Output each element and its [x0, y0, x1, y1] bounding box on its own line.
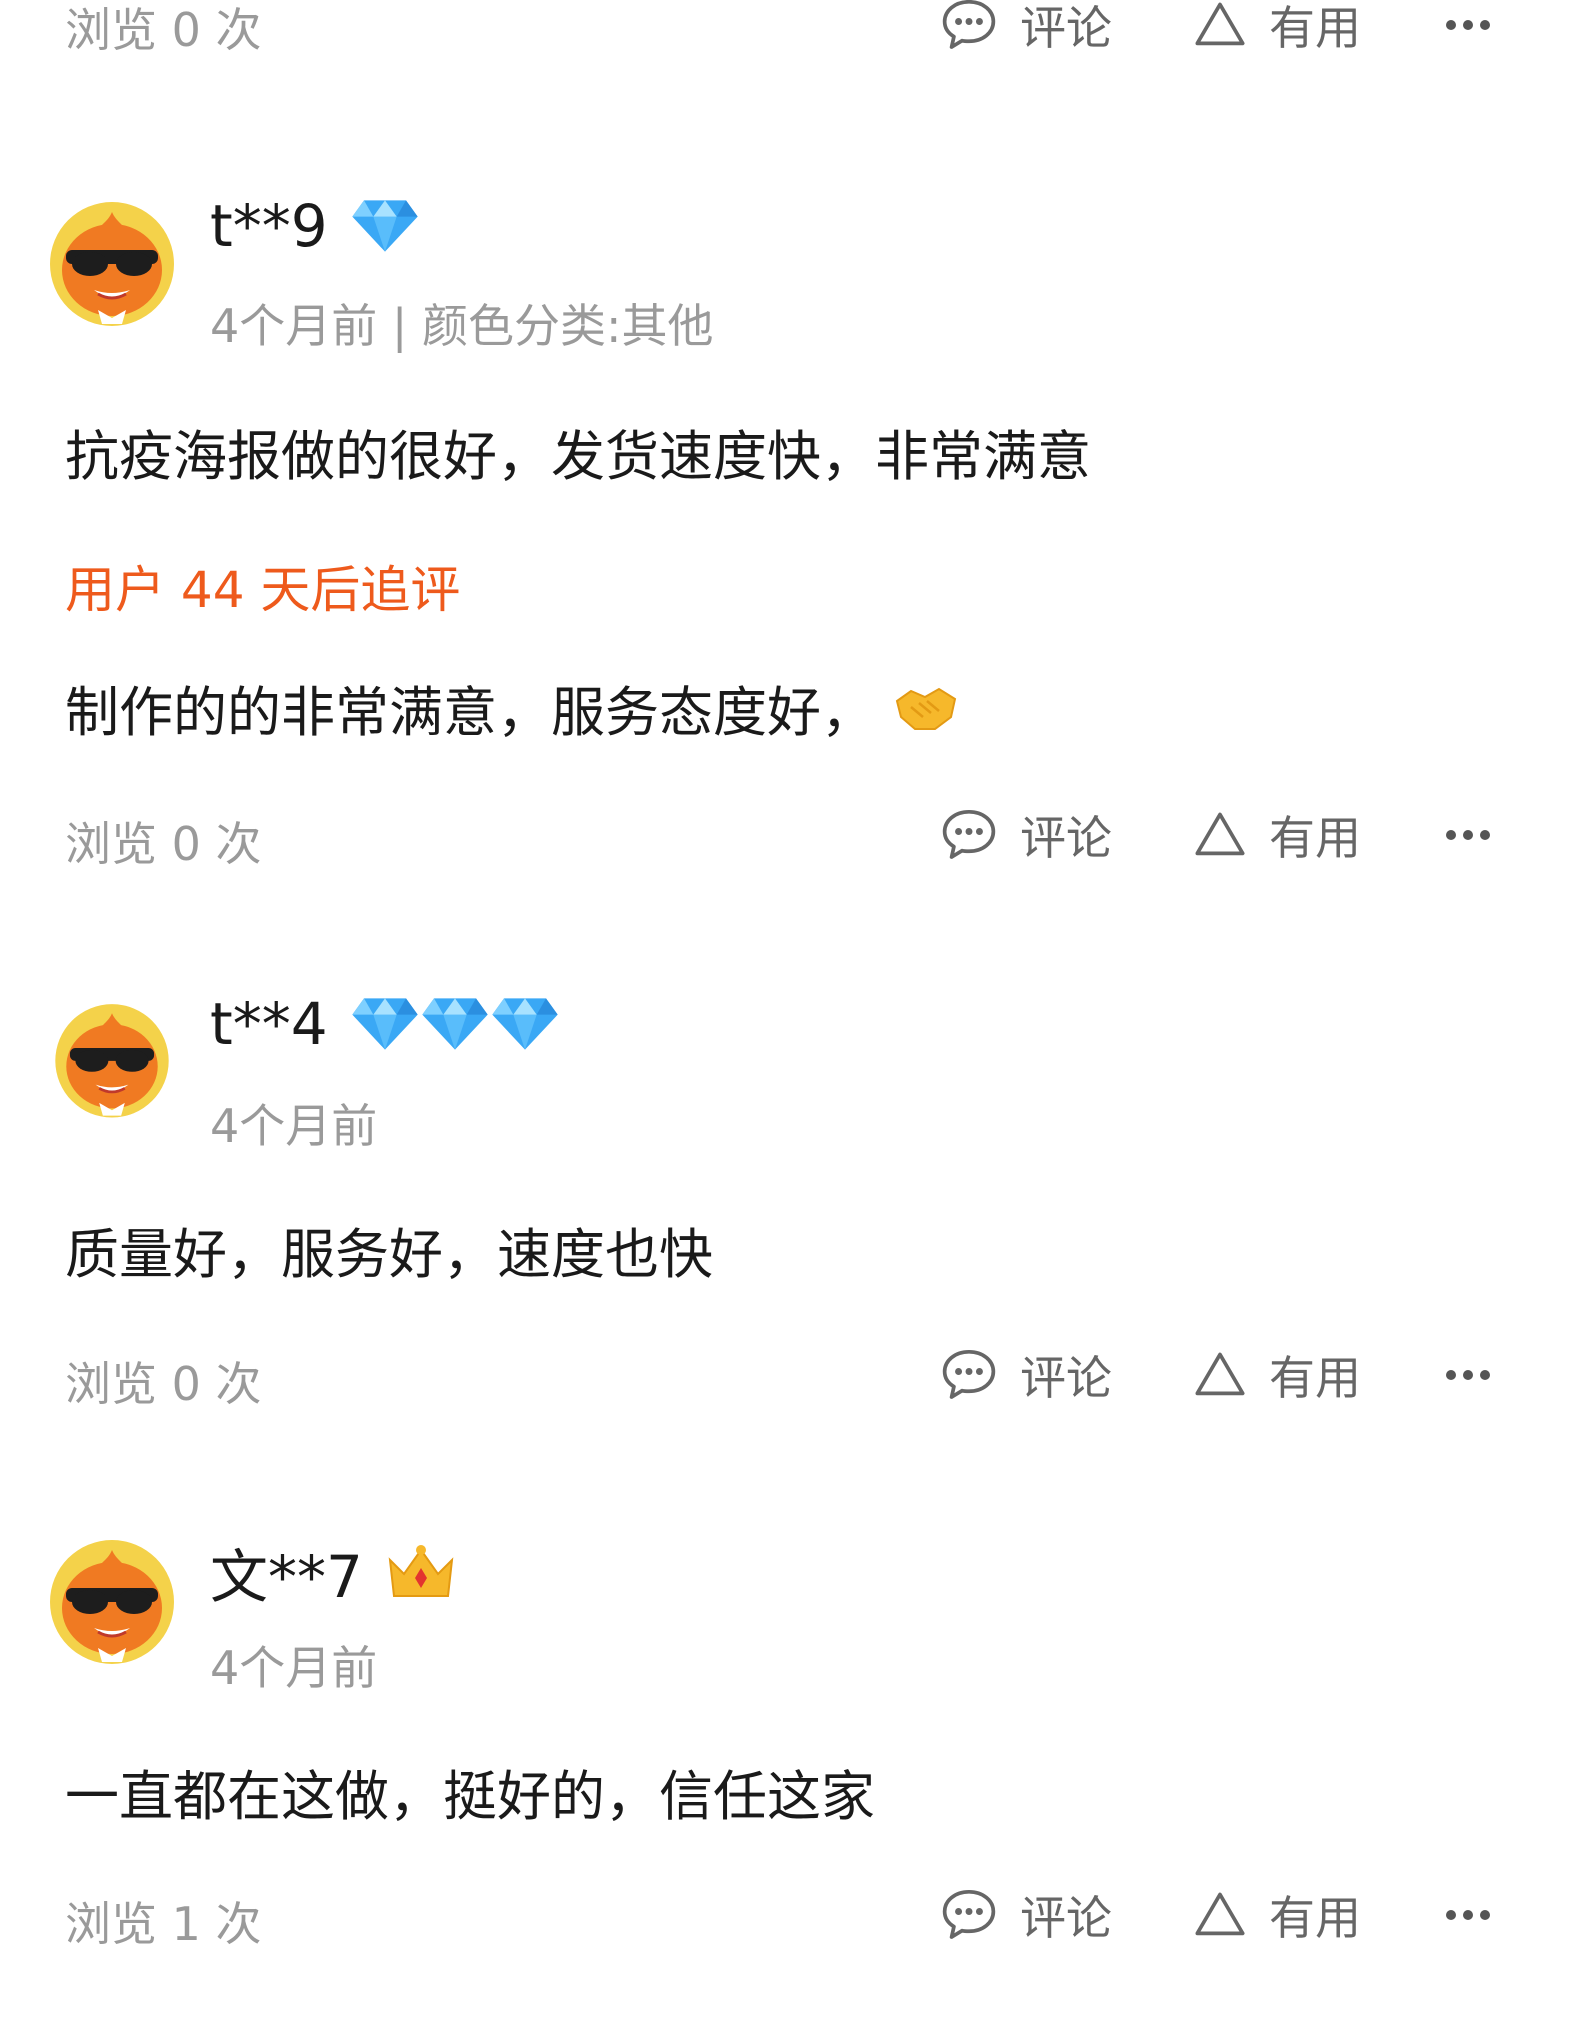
review-footer: 浏览 0 次 评论 有用: [0, 800, 1581, 871]
comment-label: 评论: [1020, 1351, 1112, 1405]
useful-triangle-icon: [1193, 1348, 1247, 1402]
comment-label: 评论: [1020, 1891, 1112, 1945]
followup-content: 制作的的非常满意，服务态度好，: [65, 681, 875, 744]
useful-button[interactable]: 有用: [1193, 800, 1361, 870]
diamond-icon: [420, 996, 490, 1052]
username-row: t**4: [210, 990, 560, 1058]
username-row: 文**7: [210, 1530, 457, 1614]
view-count: 浏览 1 次: [65, 1897, 262, 1951]
more-dots-icon: [1443, 1365, 1493, 1385]
useful-label: 有用: [1269, 1891, 1361, 1945]
crown-badge: [385, 1542, 457, 1602]
handshake-emoji-icon: [895, 687, 957, 730]
useful-button[interactable]: 有用: [1193, 1880, 1361, 1950]
review-content: 一直都在这做，挺好的，信任这家: [65, 1765, 875, 1828]
comment-button[interactable]: 评论: [940, 1880, 1112, 1950]
comment-icon: [940, 1346, 998, 1404]
useful-triangle-icon: [1193, 0, 1247, 52]
review-content: 抗疫海报做的很好，发货速度快，非常满意: [65, 425, 1091, 488]
more-button[interactable]: [1443, 800, 1493, 870]
view-count: 浏览 0 次: [65, 3, 262, 57]
crown-icon: [385, 1542, 457, 1602]
username: t**9: [210, 192, 328, 260]
more-button[interactable]: [1443, 1880, 1493, 1950]
view-count: 浏览 0 次: [65, 1357, 262, 1411]
more-button[interactable]: [1443, 0, 1493, 60]
diamond-icon: [350, 198, 420, 254]
comment-label: 评论: [1020, 1, 1112, 55]
review-meta: 4个月前 | 颜色分类:其他: [210, 299, 714, 353]
username-row: t**9: [210, 192, 420, 260]
comment-button[interactable]: 评论: [940, 800, 1112, 870]
useful-label: 有用: [1269, 1351, 1361, 1405]
avatar: [42, 1530, 182, 1670]
followup-label: 用户 44 天后追评: [65, 561, 461, 619]
more-button[interactable]: [1443, 1340, 1493, 1410]
more-dots-icon: [1443, 1905, 1493, 1925]
comment-icon: [940, 0, 998, 54]
diamond-badge: [350, 198, 420, 254]
review-footer: 浏览 0 次 评论 有用: [0, 0, 1581, 70]
diamond-icon: [350, 996, 420, 1052]
useful-button[interactable]: 有用: [1193, 1340, 1361, 1410]
useful-triangle-icon: [1193, 1888, 1247, 1942]
comment-button[interactable]: 评论: [940, 0, 1112, 60]
avatar: [42, 192, 182, 332]
avatar: [48, 995, 176, 1123]
comment-icon: [940, 1886, 998, 1944]
comment-button[interactable]: 评论: [940, 1340, 1112, 1410]
view-count: 浏览 0 次: [65, 817, 262, 871]
more-dots-icon: [1443, 825, 1493, 845]
review-meta: 4个月前: [210, 1099, 378, 1153]
useful-label: 有用: [1269, 1, 1361, 55]
username: 文**7: [210, 1543, 363, 1611]
more-dots-icon: [1443, 15, 1493, 35]
diamond-badge: [350, 996, 560, 1052]
useful-button[interactable]: 有用: [1193, 0, 1361, 60]
useful-label: 有用: [1269, 811, 1361, 865]
comment-icon: [940, 806, 998, 864]
review-meta: 4个月前: [210, 1641, 378, 1695]
comment-label: 评论: [1020, 811, 1112, 865]
review-footer: 浏览 1 次 评论 有用: [0, 1880, 1581, 1951]
username: t**4: [210, 990, 328, 1058]
followup-content-row: 制作的的非常满意，服务态度好，: [65, 668, 959, 747]
review-content: 质量好，服务好，速度也快: [65, 1223, 713, 1286]
review-footer: 浏览 0 次 评论 有用: [0, 1340, 1581, 1411]
useful-triangle-icon: [1193, 808, 1247, 862]
diamond-icon: [490, 996, 560, 1052]
